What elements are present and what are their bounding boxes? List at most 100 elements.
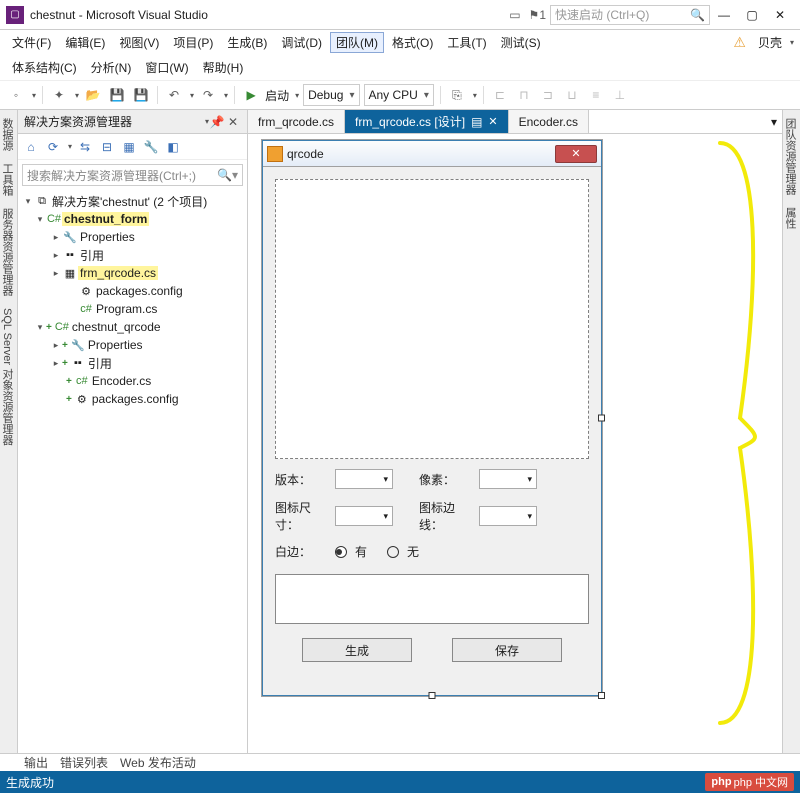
align-center-button: ⊓ — [514, 85, 534, 105]
platform-combo[interactable]: Any CPU▾ — [364, 84, 434, 106]
form-designer[interactable]: qrcode ✕ 版本： ▾ 像素： ▾ 图标尺寸： ▾ 图标边线： — [262, 140, 636, 730]
save-button[interactable]: 保存 — [452, 638, 562, 662]
tab-frm-qrcode-cs[interactable]: frm_qrcode.cs — [248, 110, 345, 133]
quick-launch-input[interactable]: 快速启动 (Ctrl+Q) 🔍 — [550, 5, 710, 25]
combo-version[interactable]: ▾ — [335, 469, 393, 489]
pin-icon[interactable]: ▤ — [471, 115, 482, 129]
account-label[interactable]: 贝壳 — [752, 32, 788, 53]
new-project-button[interactable]: ✦ — [49, 85, 69, 105]
menu-arch[interactable]: 体系结构(C) — [6, 57, 83, 78]
start-label: 启动 — [265, 87, 289, 104]
open-file-button[interactable]: 📂 — [83, 85, 103, 105]
explorer-search-input[interactable]: 搜索解决方案资源管理器(Ctrl+;) 🔍▾ — [22, 164, 243, 186]
close-panel-button[interactable]: ✕ — [225, 115, 241, 129]
tab-overflow-button[interactable]: ▾ — [766, 110, 782, 133]
maximize-button[interactable]: ▢ — [738, 5, 766, 25]
vs-logo-icon: ▢ — [6, 6, 24, 24]
properties-icon[interactable]: 🔧 — [142, 138, 160, 156]
tree-item[interactable]: +c#Encoder.cs — [22, 372, 243, 390]
solution-explorer: 解决方案资源管理器 ▾ 📌 ✕ ⌂ ⟳▾ ⇆ ⊟ ▦ 🔧 ◧ 搜索解决方案资源管… — [18, 110, 248, 753]
menu-test[interactable]: 测试(S) — [495, 32, 547, 53]
menu-file[interactable]: 文件(F) — [6, 32, 57, 53]
tree-item[interactable]: ▸▪▪引用 — [22, 246, 243, 264]
close-tab-button[interactable]: ✕ — [488, 115, 497, 128]
textbox-content[interactable] — [275, 574, 589, 624]
form-close-button[interactable]: ✕ — [555, 145, 597, 163]
extra-tool-button[interactable]: ⎘ — [447, 85, 467, 105]
redo-button[interactable]: ↷ — [198, 85, 218, 105]
save-button[interactable]: 💾 — [107, 85, 127, 105]
menu-help[interactable]: 帮助(H) — [197, 57, 250, 78]
status-text: 生成成功 — [6, 774, 54, 791]
project-node-2[interactable]: ▾+C#chestnut_qrcode — [22, 318, 243, 336]
tree-item[interactable]: ▸+🔧Properties — [22, 336, 243, 354]
tab-frm-qrcode-design[interactable]: frm_qrcode.cs [设计]▤✕ — [345, 110, 509, 133]
tab-output[interactable]: 输出 — [24, 754, 48, 771]
menu-format[interactable]: 格式(O) — [386, 32, 439, 53]
menu-build[interactable]: 生成(B) — [221, 32, 273, 53]
menu-tools[interactable]: 工具(T) — [441, 32, 492, 53]
tree-item[interactable]: c#Program.cs — [22, 300, 243, 318]
minimize-button[interactable]: — — [710, 5, 738, 25]
picturebox[interactable] — [275, 179, 589, 459]
combo-iconborder[interactable]: ▾ — [479, 506, 537, 526]
dock-sql-explorer[interactable]: SQL Server 对象资源管理器 — [0, 304, 17, 449]
nav-back-button[interactable]: ◦ — [6, 85, 26, 105]
warning-icon[interactable]: ⚠ — [733, 34, 746, 51]
save-all-button[interactable]: 💾 — [131, 85, 151, 105]
pin-icon[interactable]: 📌 — [209, 115, 225, 129]
dock-team-explorer[interactable]: 团队资源管理器 — [783, 114, 800, 199]
tab-errorlist[interactable]: 错误列表 — [60, 754, 108, 771]
menu-debug[interactable]: 调试(D) — [275, 32, 328, 53]
combo-pixel[interactable]: ▾ — [479, 469, 537, 489]
tree-item[interactable]: +⚙packages.config — [22, 390, 243, 408]
resize-handle-bottom[interactable] — [429, 692, 436, 699]
tree-item-frm-qrcode[interactable]: ▸▦frm_qrcode.cs — [22, 264, 243, 282]
tab-webpublish[interactable]: Web 发布活动 — [120, 754, 196, 771]
resize-handle-right[interactable] — [598, 415, 605, 422]
menu-view[interactable]: 视图(V) — [113, 32, 165, 53]
combo-iconsize[interactable]: ▾ — [335, 506, 393, 526]
tree-item[interactable]: ⚙packages.config — [22, 282, 243, 300]
watermark-brand: php php 中文网 — [705, 773, 794, 791]
menu-edit[interactable]: 编辑(E) — [59, 32, 111, 53]
dock-properties[interactable]: 属性 — [783, 203, 800, 233]
dock-toolbox[interactable]: 工具箱 — [0, 159, 17, 200]
sync-icon[interactable]: ⇆ — [76, 138, 94, 156]
align-left-button: ⊏ — [490, 85, 510, 105]
titlebar: ▢ chestnut - Microsoft Visual Studio ▭ ⚑… — [0, 0, 800, 30]
close-button[interactable]: ✕ — [766, 5, 794, 25]
tab-encoder-cs[interactable]: Encoder.cs — [509, 110, 589, 133]
radio-yes[interactable] — [335, 546, 347, 558]
menu-project[interactable]: 项目(P) — [167, 32, 219, 53]
dock-datasource[interactable]: 数据源 — [0, 114, 17, 155]
tree-item[interactable]: ▸🔧Properties — [22, 228, 243, 246]
solution-node[interactable]: ▾⧉解决方案'chestnut' (2 个项目) — [22, 192, 243, 210]
menu-window[interactable]: 窗口(W) — [139, 57, 194, 78]
notifications-icon[interactable]: ▭ — [509, 8, 520, 22]
tree-item[interactable]: ▸+▪▪引用 — [22, 354, 243, 372]
form-title: qrcode — [287, 147, 555, 161]
designed-form[interactable]: qrcode ✕ 版本： ▾ 像素： ▾ 图标尺寸： ▾ 图标边线： — [262, 140, 602, 696]
preview-icon[interactable]: ◧ — [164, 138, 182, 156]
show-all-icon[interactable]: ▦ — [120, 138, 138, 156]
collapse-icon[interactable]: ⊟ — [98, 138, 116, 156]
menu-analyze[interactable]: 分析(N) — [85, 57, 138, 78]
undo-button[interactable]: ↶ — [164, 85, 184, 105]
label-version: 版本： — [275, 471, 329, 488]
config-combo[interactable]: Debug▾ — [303, 84, 359, 106]
menu-team[interactable]: 团队(M) — [330, 32, 384, 53]
bottom-tool-tabs: 输出 错误列表 Web 发布活动 — [0, 753, 800, 771]
label-iconborder: 图标边线： — [419, 499, 473, 533]
flag-icon[interactable]: ⚑1 — [529, 8, 546, 22]
search-icon: 🔍▾ — [217, 168, 238, 182]
generate-button[interactable]: 生成 — [302, 638, 412, 662]
start-debug-button[interactable]: ▶ — [241, 85, 261, 105]
project-node-1[interactable]: ▾C#chestnut_form — [22, 210, 243, 228]
refresh-icon[interactable]: ⟳ — [44, 138, 62, 156]
resize-handle-corner[interactable] — [598, 692, 605, 699]
radio-no[interactable] — [387, 546, 399, 558]
home-icon[interactable]: ⌂ — [22, 138, 40, 156]
align-top-button: ⊔ — [562, 85, 582, 105]
dock-server-explorer[interactable]: 服务器资源管理器 — [0, 204, 17, 300]
